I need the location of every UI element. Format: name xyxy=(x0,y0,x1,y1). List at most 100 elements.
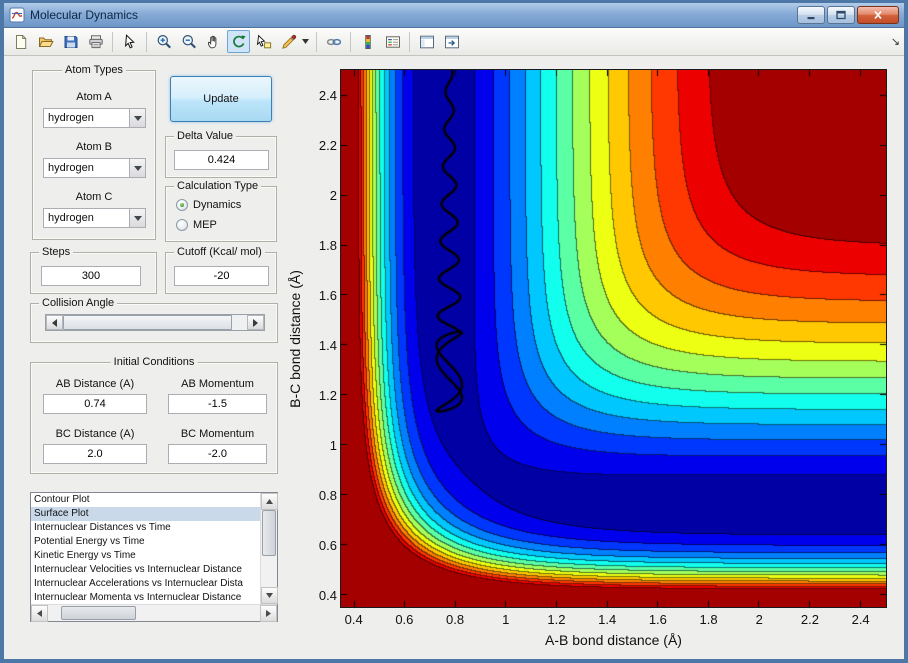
brush-button[interactable] xyxy=(277,30,300,53)
y-tick-label: 0.8 xyxy=(318,487,337,503)
new-figure-button[interactable] xyxy=(9,30,32,53)
collision-angle-panel: Collision Angle xyxy=(30,297,278,343)
zoom-out-button[interactable] xyxy=(177,30,200,53)
atom-c-value: hydrogen xyxy=(48,212,94,224)
collision-angle-slider[interactable] xyxy=(45,314,265,331)
plot-type-listbox[interactable]: Contour Plot Surface Plot Internuclear Dis… xyxy=(30,492,278,622)
toolbar-separator xyxy=(112,31,113,52)
bc-distance-input[interactable] xyxy=(43,444,147,464)
x-tick-label: 1.2 xyxy=(547,612,566,627)
bc-distance-label: BC Distance (A) xyxy=(55,428,135,440)
radio-mep[interactable]: MEP xyxy=(176,218,217,232)
ab-distance-input[interactable] xyxy=(43,394,147,414)
minimize-button[interactable] xyxy=(797,6,825,24)
y-tick-label: 0.6 xyxy=(318,537,337,553)
initial-conditions-panel-title: Initial Conditions xyxy=(110,356,198,368)
bc-momentum-input[interactable] xyxy=(168,444,267,464)
atom-a-select[interactable]: hydrogen xyxy=(43,108,146,128)
slider-left-arrow-icon[interactable] xyxy=(46,315,63,330)
print-figure-button[interactable] xyxy=(84,30,107,53)
atom-c-select[interactable]: hydrogen xyxy=(43,208,146,228)
atom-b-label: Atom B xyxy=(75,141,113,153)
scroll-right-icon[interactable] xyxy=(260,605,277,622)
list-item[interactable]: Internuclear Velocities vs Internuclear … xyxy=(31,563,260,577)
rotate-3d-button[interactable] xyxy=(227,30,250,53)
y-tick-label: 1 xyxy=(329,437,337,453)
hide-plot-tools-button[interactable] xyxy=(415,30,438,53)
list-item[interactable]: Contour Plot xyxy=(31,493,260,507)
atom-a-label: Atom A xyxy=(76,91,112,103)
radio-dynamics[interactable]: Dynamics xyxy=(176,198,241,212)
toolbar-overflow-icon[interactable]: ↘ xyxy=(891,35,900,48)
save-figure-icon xyxy=(64,35,77,48)
scroll-left-icon[interactable] xyxy=(31,605,48,622)
close-button[interactable] xyxy=(857,6,899,24)
close-icon xyxy=(874,10,882,20)
toolbar-separator xyxy=(146,31,147,52)
slider-thumb[interactable] xyxy=(63,315,233,330)
steps-input[interactable] xyxy=(41,266,141,286)
scroll-down-icon[interactable] xyxy=(261,587,278,604)
delta-value-panel: Delta Value xyxy=(165,130,277,178)
data-cursor-button[interactable] xyxy=(252,30,275,53)
pes-contour-canvas[interactable] xyxy=(341,70,886,607)
show-plot-tools-button[interactable] xyxy=(440,30,463,53)
atom-b-select[interactable]: hydrogen xyxy=(43,158,146,178)
calculation-type-panel: Calculation Type Dynamics MEP xyxy=(165,180,277,242)
cutoff-input[interactable] xyxy=(174,266,269,286)
save-figure-button[interactable] xyxy=(59,30,82,53)
y-tick-label: 1.8 xyxy=(318,237,337,253)
delta-value-input[interactable] xyxy=(174,150,269,170)
x-tick-label: 0.6 xyxy=(395,612,414,627)
x-tick-label: 2.4 xyxy=(851,612,870,627)
update-button[interactable]: Update xyxy=(170,76,272,122)
list-item[interactable]: Potential Energy vs Time xyxy=(31,535,260,549)
link-plots-icon xyxy=(326,38,341,45)
maximize-icon xyxy=(836,10,846,20)
open-file-icon xyxy=(38,37,54,47)
cutoff-panel-title: Cutoff (Kcal/ mol) xyxy=(174,246,265,258)
x-axis-label: A-B bond distance (Å) xyxy=(545,632,682,648)
scrollbar-thumb[interactable] xyxy=(61,606,136,620)
link-plots-button[interactable] xyxy=(322,30,345,53)
scrollbar-thumb[interactable] xyxy=(262,510,276,556)
y-tick-label: 2 xyxy=(329,187,337,203)
y-tick-label: 2.4 xyxy=(318,87,337,103)
open-file-button[interactable] xyxy=(34,30,57,53)
list-item[interactable]: Internuclear Momenta vs Internuclear Dis… xyxy=(31,591,260,604)
pan-icon xyxy=(207,35,216,48)
radio-icon xyxy=(176,199,188,211)
plot-region xyxy=(340,69,887,608)
dropdown-arrow-icon xyxy=(129,209,145,227)
list-item[interactable]: Surface Plot xyxy=(31,507,260,521)
list-item[interactable]: Internuclear Distances vs Time xyxy=(31,521,260,535)
zoom-out-icon xyxy=(182,34,196,48)
ab-momentum-input[interactable] xyxy=(168,394,267,414)
initial-conditions-panel: Initial Conditions AB Distance (A) AB Mo… xyxy=(30,356,278,474)
window-title: Molecular Dynamics xyxy=(30,7,139,22)
y-tick-label: 1.6 xyxy=(318,287,337,303)
bc-momentum-label: BC Momentum xyxy=(180,428,255,440)
toolbar-separator xyxy=(350,31,351,52)
brush-dropdown-button[interactable] xyxy=(299,30,311,53)
listbox-horizontal-scrollbar[interactable] xyxy=(31,604,277,622)
slider-track[interactable] xyxy=(63,315,247,330)
zoom-in-button[interactable] xyxy=(152,30,175,53)
chevron-down-icon xyxy=(301,39,309,44)
radio-icon xyxy=(176,219,188,231)
listbox-vertical-scrollbar[interactable] xyxy=(260,493,278,604)
slider-right-arrow-icon[interactable] xyxy=(247,315,264,330)
list-item[interactable]: Kinetic Energy vs Time xyxy=(31,549,260,563)
toolbar-separator xyxy=(409,31,410,52)
insert-legend-button[interactable] xyxy=(381,30,404,53)
list-item[interactable]: Internuclear Accelerations vs Internucle… xyxy=(31,577,260,591)
y-tick-label: 2.2 xyxy=(318,137,337,153)
scroll-up-icon[interactable] xyxy=(261,493,278,510)
insert-colorbar-button[interactable] xyxy=(356,30,379,53)
zoom-in-icon xyxy=(157,34,171,48)
ab-distance-label: AB Distance (A) xyxy=(55,378,135,390)
maximize-button[interactable] xyxy=(827,6,855,24)
edit-plot-button[interactable] xyxy=(118,30,141,53)
delta-value-panel-title: Delta Value xyxy=(174,130,237,142)
pan-button[interactable] xyxy=(202,30,225,53)
